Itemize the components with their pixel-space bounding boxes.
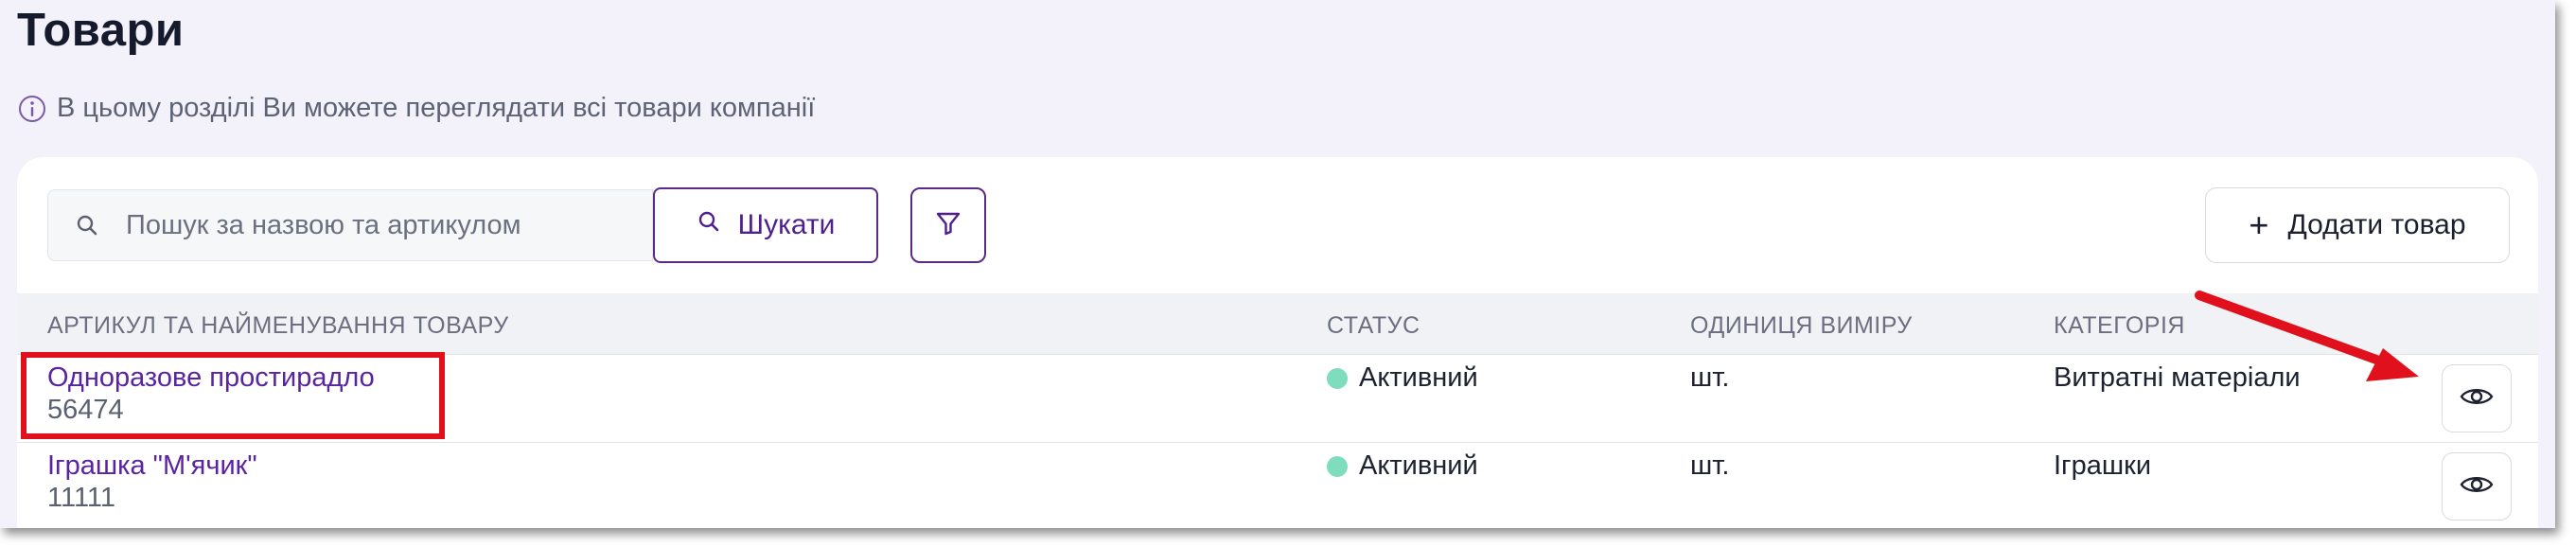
search-button-label: Шукати [737,209,836,240]
table-header: АРТИКУЛ ТА НАЙМЕНУВАННЯ ТОВАРУ СТАТУС ОД… [17,293,2538,355]
status-label: Активний [1359,450,1478,481]
header-unit: ОДИНИЦЯ ВИМІРУ [1690,312,1913,339]
header-category: КАТЕГОРІЯ [2054,312,2185,339]
category-cell: Іграшки [2054,450,2152,481]
add-product-label: Додати товар [2287,209,2466,240]
product-sku: 11111 [47,483,116,513]
product-name-link[interactable]: Іграшка "М'ячик" [47,450,257,482]
products-card: Шукати + Додати товар АРТИКУЛ ТА НАЙМЕНУ… [17,157,2538,528]
search-icon [75,213,99,238]
page-info: В цьому розділі Ви можете переглядати вс… [17,93,815,124]
highlight-box [21,352,445,439]
view-button[interactable] [2442,364,2512,432]
annotation-arrow-icon [2195,291,2419,381]
plus-icon: + [2249,205,2269,244]
search-input[interactable] [124,208,639,242]
table-row: Іграшка "М'ячик" 11111 Активний шт. Ігра… [17,443,2538,528]
app-frame: Товари В цьому розділі Ви можете перегля… [0,0,2555,528]
page-title: Товари [17,5,185,56]
status-label: Активний [1359,362,1478,393]
search-box [47,189,653,261]
view-button[interactable] [2442,452,2512,521]
search-icon [697,209,721,241]
status-badge: Активний [1327,450,1478,482]
info-circle-icon [17,94,47,124]
unit-cell: шт. [1690,362,1730,393]
search-button[interactable]: Шукати [653,187,878,263]
status-dot [1327,367,1348,389]
status-badge: Активний [1327,362,1478,394]
add-product-button[interactable]: + Додати товар [2205,187,2510,263]
eye-icon [2460,473,2494,501]
filter-button[interactable] [910,187,986,263]
info-text: В цьому розділі Ви можете переглядати вс… [57,93,816,123]
eye-icon [2460,385,2494,413]
unit-cell: шт. [1690,450,1730,481]
header-status: СТАТУС [1327,312,1420,339]
filter-icon [934,209,962,242]
header-product: АРТИКУЛ ТА НАЙМЕНУВАННЯ ТОВАРУ [47,312,509,339]
status-dot [1327,455,1348,477]
